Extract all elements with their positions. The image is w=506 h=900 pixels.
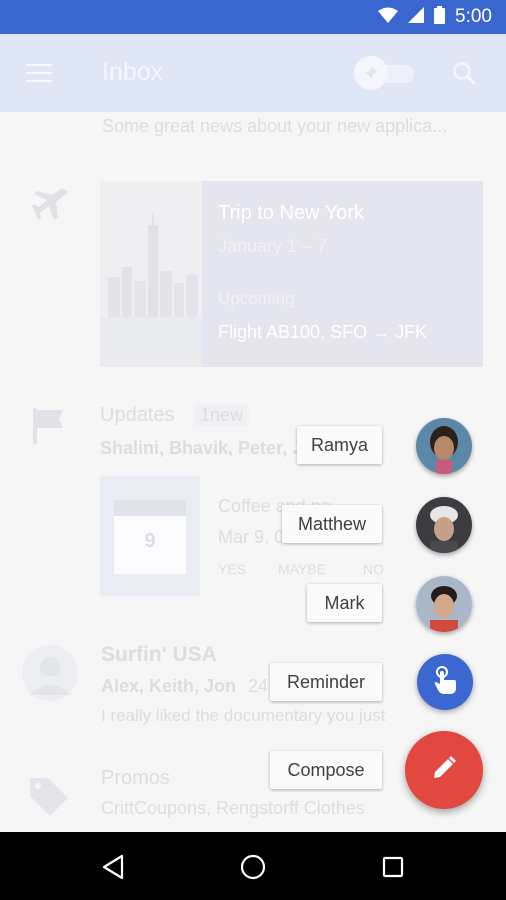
reminder-fab[interactable] [417,654,473,710]
app-title: Inbox [102,58,164,86]
trip-card[interactable]: Trip to New York January 1 – 7 Upcoming … [100,181,483,367]
city-skyline-image [100,181,202,367]
contact-mark-chip[interactable]: Mark [307,584,382,622]
updates-title: Updates [100,404,175,426]
surfin-title: Surfin' USA [101,643,217,666]
recents-icon[interactable] [378,852,408,882]
preview-snippet: Some great news about your new applica..… [102,116,448,136]
status-time: 5:00 [455,6,492,27]
trip-status: Upcoming [218,289,295,308]
promos-senders: CrittCoupons, Rengstorff Clothes [101,798,365,818]
pin-toggle[interactable] [354,56,416,90]
updates-senders: Shalini, Bhavik, Peter, J [100,438,303,458]
contact-mark-avatar[interactable] [416,576,472,632]
calendar-card: 9 [100,476,200,596]
cell-signal-icon [408,6,425,28]
surfin-senders: Alex, Keith, Jon [101,676,237,696]
wifi-icon [378,7,399,28]
search-icon[interactable] [452,61,478,87]
menu-icon[interactable] [26,64,52,82]
compose-chip[interactable]: Compose [270,751,382,789]
back-icon[interactable] [98,852,128,882]
updates-badge: 1new [194,404,250,427]
avatar [22,645,78,701]
airplane-icon [32,186,68,227]
trip-title: Trip to New York [218,202,364,224]
surfin-snippet: I really liked the documentary you just [101,706,386,725]
tag-icon [26,774,70,823]
contact-matthew-chip[interactable]: Matthew [282,505,382,543]
rsvp-yes[interactable]: YES [218,561,246,577]
navigation-bar [0,832,506,900]
home-icon[interactable] [238,852,268,882]
inbox-list: Some great news about your new applica..… [0,112,506,832]
contact-ramya-avatar[interactable] [416,418,472,474]
pin-icon [354,56,388,90]
contact-ramya-chip[interactable]: Ramya [297,426,382,464]
status-bar: 5:00 [0,0,506,34]
reminder-chip[interactable]: Reminder [270,663,382,701]
battery-icon [434,5,446,29]
calendar-day: 9 [144,530,156,552]
contact-matthew-avatar[interactable] [416,497,472,553]
flight-info: Flight AB100, SFO → JFK [218,322,428,342]
pencil-icon [432,755,456,785]
promos-title: Promos [101,767,170,789]
trip-dates: January 1 – 7 [218,236,328,256]
rsvp-no[interactable]: NO [363,561,384,577]
compose-fab[interactable] [405,731,483,809]
hand-pointer-icon [432,665,458,699]
surfin-count: 24 [248,676,269,696]
rsvp-maybe[interactable]: MAYBE [278,561,326,577]
app-bar: Inbox [0,34,506,112]
flag-icon [33,408,65,449]
